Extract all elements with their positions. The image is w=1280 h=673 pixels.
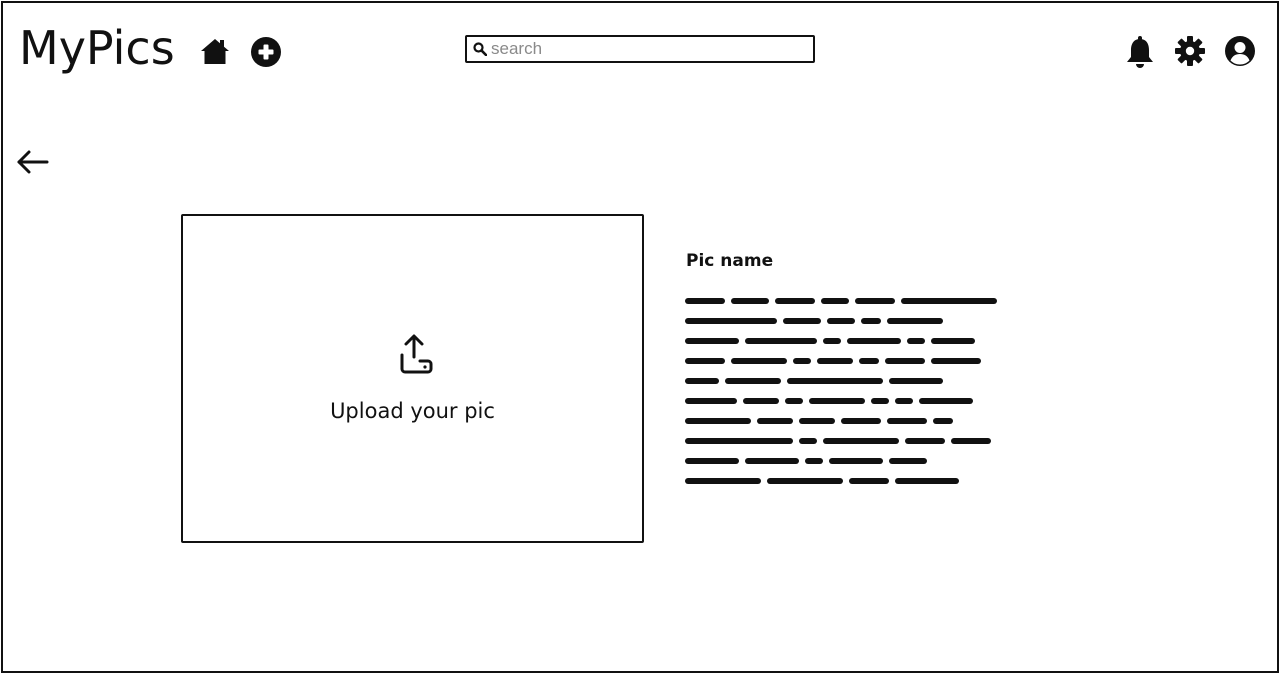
scribble-line-3 (685, 338, 739, 344)
scribble-line-5 (787, 378, 883, 384)
scribble-line-6 (743, 398, 779, 404)
home-icon[interactable] (199, 36, 231, 66)
arrow-left-icon[interactable] (16, 149, 50, 175)
app-window: MyPics search Upload your pic Pic name (1, 1, 1279, 673)
search-bar[interactable] (465, 35, 815, 63)
scribble-line-10 (767, 478, 843, 484)
scribble-line-10 (685, 478, 761, 484)
scribble-line-5 (685, 378, 719, 384)
scribble-line-1 (821, 298, 849, 304)
scribble-line-3 (823, 338, 841, 344)
search-icon (473, 42, 487, 56)
upload-label: Upload your pic (330, 399, 495, 423)
scribble-line-9 (685, 458, 739, 464)
scribble-line-4 (817, 358, 853, 364)
bell-icon[interactable] (1125, 35, 1155, 69)
scribble-line-9 (745, 458, 799, 464)
scribble-line-3 (847, 338, 901, 344)
scribble-line-1 (901, 298, 997, 304)
user-circle-icon[interactable] (1224, 35, 1256, 67)
scribble-line-7 (933, 418, 953, 424)
gear-icon[interactable] (1174, 35, 1206, 67)
scribble-line-8 (685, 438, 793, 444)
scribble-line-7 (757, 418, 793, 424)
scribble-line-10 (849, 478, 889, 484)
scribble-line-8 (823, 438, 899, 444)
scribble-line-10 (895, 478, 959, 484)
scribble-line-3 (907, 338, 925, 344)
scribble-line-2 (685, 318, 777, 324)
scribble-line-7 (685, 418, 751, 424)
scribble-line-1 (731, 298, 769, 304)
add-circle-icon[interactable] (250, 36, 282, 68)
scribble-line-7 (799, 418, 835, 424)
scribble-line-8 (905, 438, 945, 444)
app-logo[interactable]: MyPics (19, 23, 175, 73)
scribble-line-1 (775, 298, 815, 304)
scribble-line-5 (889, 378, 943, 384)
scribble-line-6 (919, 398, 973, 404)
scribble-line-2 (783, 318, 821, 324)
upload-dropzone[interactable]: Upload your pic (181, 214, 644, 543)
scribble-line-6 (809, 398, 865, 404)
scribble-line-7 (887, 418, 927, 424)
scribble-line-4 (793, 358, 811, 364)
scribble-line-6 (685, 398, 737, 404)
scribble-line-1 (855, 298, 895, 304)
scribble-line-9 (889, 458, 927, 464)
scribble-line-8 (799, 438, 817, 444)
upload-icon (400, 334, 433, 374)
scribble-line-4 (885, 358, 925, 364)
scribble-line-6 (895, 398, 913, 404)
pic-name-label: Pic name (686, 251, 774, 271)
scribble-line-9 (805, 458, 823, 464)
scribble-line-4 (731, 358, 787, 364)
scribble-line-5 (725, 378, 781, 384)
scribble-line-4 (931, 358, 981, 364)
scribble-line-3 (745, 338, 817, 344)
scribble-line-8 (951, 438, 991, 444)
scribble-line-4 (685, 358, 725, 364)
search-input[interactable] (491, 39, 791, 59)
scribble-line-9 (829, 458, 883, 464)
scribble-line-4 (859, 358, 879, 364)
scribble-line-3 (931, 338, 975, 344)
scribble-line-2 (887, 318, 943, 324)
scribble-line-6 (871, 398, 889, 404)
scribble-line-7 (841, 418, 881, 424)
scribble-line-2 (861, 318, 881, 324)
description-placeholder-text (685, 298, 997, 484)
scribble-line-6 (785, 398, 803, 404)
scribble-line-1 (685, 298, 725, 304)
scribble-line-2 (827, 318, 855, 324)
